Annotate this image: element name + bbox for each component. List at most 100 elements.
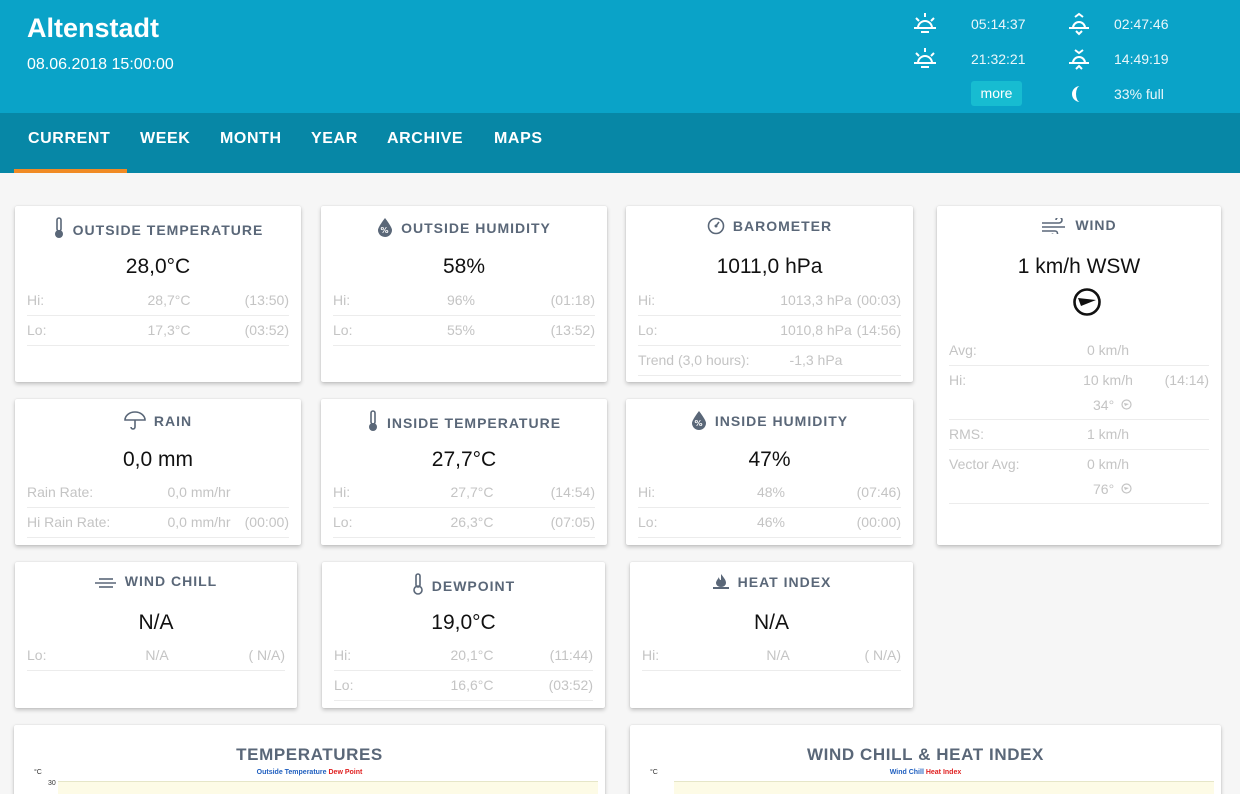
outside-humidity-card: % OUTSIDE HUMIDITY 58% Hi: 96% (01:18) Lo: 5… [321,206,607,382]
card-title: OUTSIDE HUMIDITY [401,220,551,236]
stat-time: (14:14) [1164,372,1209,388]
inside-temperature-value: 27,7°C [431,448,497,471]
legend-dew-point: Dew Point [328,769,363,776]
rain-value: 0,0 mm [122,448,193,471]
stat-label: Rain Rate: [27,484,94,500]
stat-row: Hi: 27,7°C (14:54) [333,478,595,508]
card-title: INSIDE HUMIDITY [714,413,849,429]
outside-temperature-value: 28,0°C [125,255,191,278]
stat-value: 28,7°C [147,292,191,308]
legend-heat-index: Heat Index [925,769,962,776]
tab-week[interactable]: WEEK [140,113,190,173]
moonrise-icon [1069,12,1089,36]
stat-row: Hi Rain Rate: 0,0 mm/hr (00:00) [27,508,289,538]
stat-row: Hi: 1013,3 hPa (00:03) [638,286,901,316]
sunrise-icon [914,13,936,33]
active-tab-indicator [14,169,127,173]
tab-maps[interactable]: MAPS [494,113,543,173]
heat-index-card: HEAT INDEX N/A Hi: N/A ( N/A) [630,562,913,708]
more-almanac-button[interactable]: more [971,81,1022,106]
wind-direction-compass-icon [1073,288,1101,316]
tab-year[interactable]: YEAR [311,113,358,173]
stat-row: Lo: N/A ( N/A) [27,641,285,671]
stat-row: Vector Avg: 0 km/h 76° [949,450,1209,504]
stat-label: Trend (3,0 hours): [638,352,750,368]
outside-humidity-value: 58% [442,255,486,278]
card-title: RAIN [153,413,193,429]
stat-value: N/A [766,647,790,663]
stat-label: Hi: [334,647,352,663]
stat-time: ( N/A) [248,647,285,663]
stat-time: (00:03) [856,292,901,308]
dewpoint-value: 19,0°C [431,611,496,634]
stat-value: 1 km/h [1086,426,1129,442]
stat-label: Hi: [27,292,45,308]
thermometer-icon [54,217,63,238]
stat-row: RMS: 1 km/h [949,420,1209,450]
chart-legend: Outside Temperature Dew Point [14,769,605,776]
stat-label: Lo: [638,514,658,530]
heat-index-icon [712,574,729,589]
tab-month[interactable]: MONTH [220,113,282,173]
stat-label: Hi: [333,292,351,308]
card-title: WIND CHILL [124,573,218,589]
chart-unit: °C [650,769,658,776]
wind-chill-value: N/A [138,611,174,634]
svg-text:%: % [381,226,390,235]
moonset-icon [1069,49,1089,70]
stat-label: Hi: [333,484,351,500]
stat-value: 48% [756,484,786,500]
station-name: Altenstadt [27,13,160,43]
stat-row: Hi: 28,7°C (13:50) [27,286,289,316]
stat-row: Lo: 17,3°C (03:52) [27,316,289,346]
page-header: Altenstadt 08.06.2018 15:00:00 05:14:37 … [0,0,1240,113]
stat-label: Lo: [638,322,658,338]
stat-row: Lo: 55% (13:52) [333,316,595,346]
stat-row: Lo: 46% (00:00) [638,508,901,538]
tab-archive[interactable]: ARCHIVE [387,113,463,173]
stat-row: Lo: 16,6°C (03:52) [334,671,593,701]
card-title: HEAT INDEX [737,574,832,590]
stat-time: (13:52) [550,322,595,338]
chart-plot-area [674,781,1214,794]
wind-chill-card: WIND CHILL N/A Lo: N/A ( N/A) [15,562,297,708]
stat-time: (11:44) [549,647,593,663]
stat-row: Hi: 96% (01:18) [333,286,595,316]
stat-label: Vector Avg: [949,456,1020,472]
thermometer-icon [412,573,423,595]
inside-temperature-card: INSIDE TEMPERATURE 27,7°C Hi: 27,7°C (14:5… [321,399,607,545]
current-datetime: 08.06.2018 15:00:00 [27,56,174,73]
temperatures-chart-card: TEMPERATURES Outside Temperature Dew Poi… [14,725,605,794]
chart-title: WIND CHILL & HEAT INDEX [807,745,1044,764]
humidity-drop-icon: % [378,218,393,237]
stat-value: 16,6°C [450,677,494,693]
wind-icon [1042,216,1066,237]
outside-temperature-card: OUTSIDE TEMPERATURE 28,0°C Hi: 28,7°C (13:… [15,206,301,382]
chart-unit: °C [34,769,42,776]
sunset-time: 21:32:21 [971,51,1026,67]
svg-text:%: % [694,419,703,428]
stat-value: 20,1°C [450,647,494,663]
chill-heat-chart-card: WIND CHILL & HEAT INDEX Wind Chill Heat … [630,725,1221,794]
stat-time: (13:50) [244,292,289,308]
card-title: BAROMETER [732,218,833,234]
stat-label: Avg: [949,342,977,358]
chart-legend: Wind Chill Heat Index [630,769,1221,776]
stat-label: Lo: [333,322,353,338]
heat-index-value: N/A [753,611,789,634]
tab-current[interactable]: CURRENT [28,113,110,173]
stat-value: 10 km/h [1083,372,1133,388]
sunrise-time: 05:14:37 [971,16,1026,32]
stat-row: Hi: 10 km/h (14:14) 34° [949,366,1209,420]
stat-value: 55% [446,322,476,338]
card-title: DEWPOINT [431,578,516,594]
stat-label: Hi: [642,647,660,663]
stat-value: 46% [756,514,786,530]
rain-card: RAIN 0,0 mm Rain Rate: 0,0 mm/hr Hi Rain … [15,399,301,545]
stat-row: Trend (3,0 hours): -1,3 hPa [638,346,901,376]
main-nav: CURRENT WEEK MONTH YEAR ARCHIVE MAPS [0,113,1240,173]
thermometer-icon [368,410,377,431]
stat-time: (14:56) [856,322,901,338]
stat-time: (03:52) [548,677,593,693]
inside-humidity-value: 47% [748,448,791,471]
